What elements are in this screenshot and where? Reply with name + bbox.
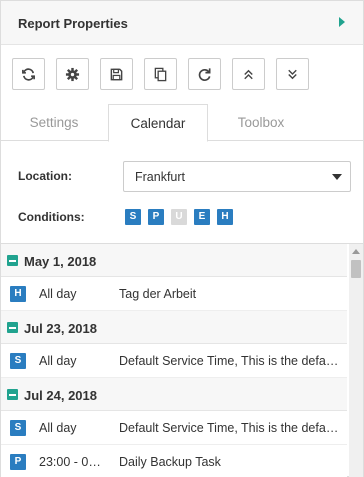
entry-description: Tag der Arbeit xyxy=(119,287,197,301)
collapse-toggle-icon[interactable] xyxy=(7,322,18,333)
tab-calendar[interactable]: Calendar xyxy=(108,104,208,142)
copy-button[interactable] xyxy=(144,58,177,90)
date-group-header: Jul 24, 2018 xyxy=(1,378,347,411)
copy-icon xyxy=(154,67,167,81)
location-value: Frankfurt xyxy=(135,170,186,184)
entry-time: All day xyxy=(39,354,77,368)
panel-title: Report Properties xyxy=(18,16,128,31)
refresh-button[interactable] xyxy=(12,58,45,90)
move-up-button[interactable] xyxy=(232,58,265,90)
panel-header: Report Properties xyxy=(1,1,363,45)
entry-type-badge: S xyxy=(10,353,26,369)
group-date: Jul 24, 2018 xyxy=(24,388,97,403)
date-group-header: May 1, 2018 xyxy=(1,244,347,277)
conditions-label: Conditions: xyxy=(18,210,85,224)
condition-toggle-h[interactable]: H xyxy=(217,209,233,225)
tab-toolbox[interactable]: Toolbox xyxy=(209,104,313,141)
chevrons-down-icon xyxy=(288,69,297,79)
scroll-up-arrow-icon[interactable] xyxy=(352,249,360,254)
chevrons-up-icon xyxy=(244,69,253,79)
redo-button[interactable] xyxy=(188,58,221,90)
redo-icon xyxy=(198,67,211,81)
move-down-button[interactable] xyxy=(276,58,309,90)
save-icon xyxy=(110,68,123,80)
collapse-toggle-icon[interactable] xyxy=(7,255,18,266)
date-group-header: Jul 23, 2018 xyxy=(1,311,347,344)
tab-settings[interactable]: Settings xyxy=(2,104,106,141)
calendar-entry[interactable]: S All day Default Service Time, This is … xyxy=(1,344,347,378)
calendar-entry[interactable]: H All day Tag der Arbeit xyxy=(1,277,347,311)
refresh-icon xyxy=(22,67,35,81)
calendar-entry[interactable]: S All day Default Service Time, This is … xyxy=(1,411,347,445)
group-date: Jul 23, 2018 xyxy=(24,321,97,336)
entry-time: All day xyxy=(39,421,77,435)
condition-toggle-p[interactable]: P xyxy=(148,209,164,225)
entry-type-badge: H xyxy=(10,286,26,302)
condition-toggle-s[interactable]: S xyxy=(125,209,141,225)
entry-type-badge: S xyxy=(10,420,26,436)
calendar-entry[interactable]: P 23:00 - 00:00 Daily Backup Task xyxy=(1,445,347,477)
settings-button[interactable] xyxy=(56,58,89,90)
location-select[interactable]: Frankfurt xyxy=(123,161,351,192)
report-properties-panel: Report Properties Settings Calendar Tool… xyxy=(0,0,364,477)
calendar-list: May 1, 2018 H All day Tag der Arbeit Jul… xyxy=(1,243,363,477)
list-scrollbar[interactable] xyxy=(349,244,363,477)
scrollbar-thumb[interactable] xyxy=(351,260,361,278)
gear-icon xyxy=(65,67,80,81)
group-date: May 1, 2018 xyxy=(24,254,97,269)
entry-time: 23:00 - 00:00 xyxy=(39,455,105,469)
condition-toggle-e[interactable]: E xyxy=(194,209,210,225)
entry-description: Default Service Time, This is the defaul… xyxy=(119,354,339,368)
save-button[interactable] xyxy=(100,58,133,90)
collapse-toggle-icon[interactable] xyxy=(7,389,18,400)
entry-time: All day xyxy=(39,287,77,301)
location-label: Location: xyxy=(18,169,72,183)
entry-description: Daily Backup Task xyxy=(119,455,221,469)
condition-toggle-u[interactable]: U xyxy=(171,209,187,225)
entry-description: Default Service Time, This is the defaul… xyxy=(119,421,339,435)
collapse-arrow-icon[interactable] xyxy=(339,17,345,27)
entry-type-badge: P xyxy=(10,454,26,470)
chevron-down-icon xyxy=(332,174,342,180)
tab-bar: Settings Calendar Toolbox xyxy=(1,104,363,142)
